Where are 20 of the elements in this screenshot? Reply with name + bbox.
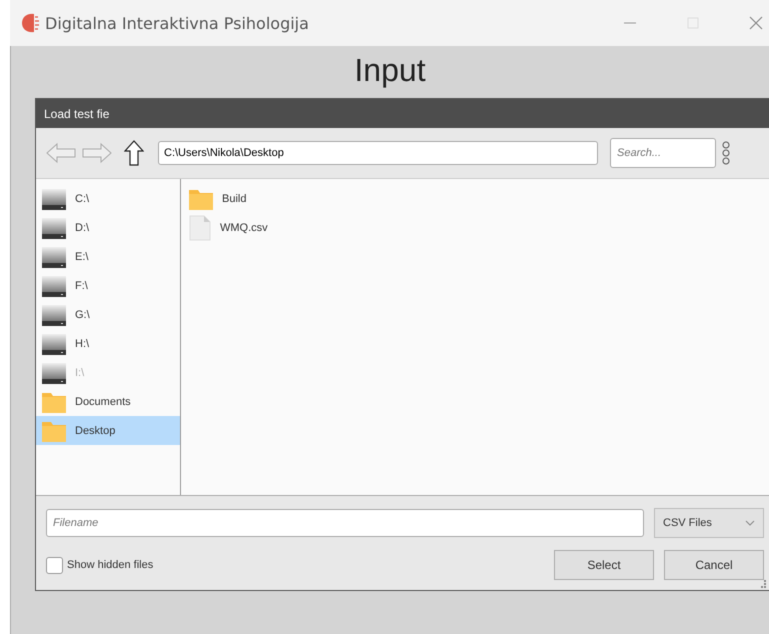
file-item[interactable]: Build	[189, 184, 769, 213]
window-title: Digitalna Interaktivna Psihologija	[45, 14, 309, 32]
dialog-title: Load test fie	[44, 106, 110, 120]
sidebar-item[interactable]: D:\	[36, 213, 180, 242]
path-field[interactable]: C:\Users\Nikola\Desktop	[158, 141, 598, 165]
sidebar-item[interactable]: Desktop	[36, 416, 180, 445]
file-item[interactable]: WMQ.csv	[189, 213, 769, 242]
checkbox-label: Show hidden files	[67, 559, 154, 571]
page-heading: Input	[353, 51, 427, 90]
sidebar-item[interactable]: H:\	[36, 329, 180, 358]
file-type-dropdown[interactable]: CSV Files	[654, 508, 764, 538]
cancel-button[interactable]: Cancel	[664, 550, 764, 580]
sidebar-item[interactable]: C:\	[36, 184, 180, 213]
sidebar-item[interactable]: Documents	[36, 387, 180, 416]
select-button[interactable]: Select	[554, 550, 654, 580]
search-field[interactable]: Search...	[610, 138, 716, 168]
sidebar-item[interactable]: G:\	[36, 300, 180, 329]
sidebar-item[interactable]: E:\	[36, 242, 180, 271]
sidebar-item[interactable]: F:\	[36, 271, 180, 300]
filename-field[interactable]: Filename	[46, 509, 644, 537]
